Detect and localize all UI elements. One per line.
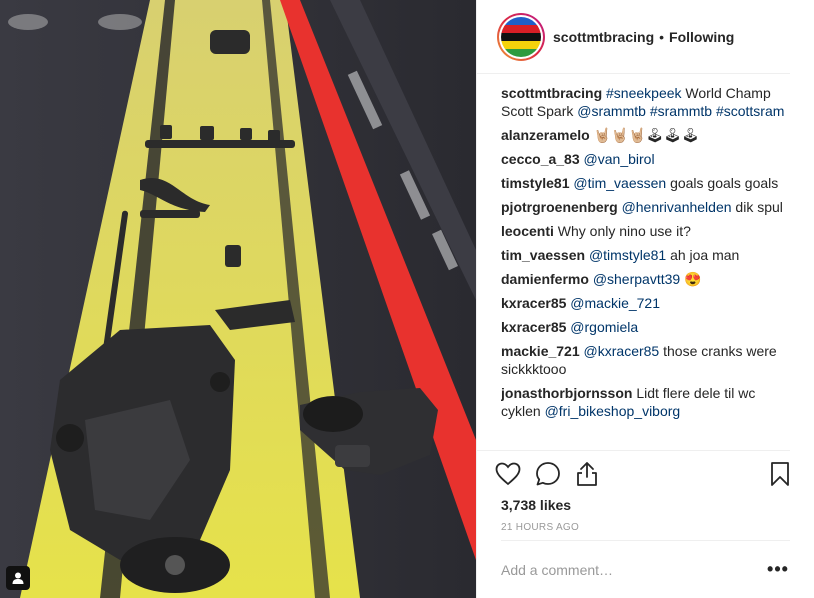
comment-mention[interactable]: #srammtb bbox=[650, 103, 712, 119]
comment-mention[interactable]: @tim_vaessen bbox=[573, 175, 666, 191]
comment-mention[interactable]: @mackie_721 bbox=[570, 295, 660, 311]
post-timestamp[interactable]: 21 HOURS AGO bbox=[501, 522, 579, 533]
comment-text: dik spul bbox=[731, 199, 783, 215]
comment-text: 😍 bbox=[680, 271, 702, 287]
post-photo[interactable] bbox=[0, 0, 476, 598]
comment-text: Why only nino use it? bbox=[557, 223, 691, 239]
comment-button[interactable] bbox=[533, 458, 573, 490]
comment-item: kxracer85 @rgomiela bbox=[501, 318, 798, 336]
header-username[interactable]: scottmtbracing bbox=[553, 29, 654, 45]
divider bbox=[477, 450, 790, 451]
likes-count[interactable]: 3,738 likes bbox=[501, 497, 571, 513]
comment-username[interactable]: jonasthorbjornsson bbox=[501, 385, 632, 401]
comment-item: cecco_a_83 @van_birol bbox=[501, 150, 798, 168]
avatar[interactable] bbox=[497, 12, 545, 61]
comment-item: scottmtbracing #sneekpeek World Champ Sc… bbox=[501, 84, 798, 120]
comment-username[interactable]: scottmtbracing bbox=[501, 85, 602, 101]
comment-item: kxracer85 @mackie_721 bbox=[501, 294, 798, 312]
comment-username[interactable]: kxracer85 bbox=[501, 295, 566, 311]
rainbow-avatar-icon bbox=[501, 16, 541, 57]
heart-icon bbox=[495, 462, 521, 486]
comment-username[interactable]: leocenti bbox=[501, 223, 554, 239]
comment-mention[interactable]: @kxracer85 bbox=[584, 343, 660, 359]
comment-text: 🤘🏼🤘🏼🤘🏼🕹🕹🕹 bbox=[593, 127, 700, 143]
comment-mention[interactable]: @srammtb bbox=[577, 103, 646, 119]
post-sidebar: scottmtbracing • Following scottmtbracin… bbox=[476, 0, 814, 598]
comment-input[interactable] bbox=[501, 561, 766, 578]
comment-mention[interactable]: #sneekpeek bbox=[606, 85, 682, 101]
comment-item: alanzeramelo 🤘🏼🤘🏼🤘🏼🕹🕹🕹 bbox=[501, 126, 798, 144]
share-button[interactable] bbox=[573, 458, 613, 490]
comment-mention[interactable]: @henrivanhelden bbox=[622, 199, 732, 215]
like-button[interactable] bbox=[493, 458, 533, 490]
bike-parts-photo bbox=[0, 0, 476, 598]
comment-mention[interactable]: @van_birol bbox=[584, 151, 655, 167]
header-separator: • bbox=[659, 28, 665, 45]
comment-username[interactable]: alanzeramelo bbox=[501, 127, 590, 143]
comment-username[interactable]: pjotrgroenenberg bbox=[501, 199, 618, 215]
comment-item: mackie_721 @kxracer85 those cranks were … bbox=[501, 342, 798, 378]
add-comment-row: ••• bbox=[501, 540, 790, 598]
comment-item: timstyle81 @tim_vaessen goals goals goal… bbox=[501, 174, 798, 192]
comment-text: ah joa man bbox=[666, 247, 740, 263]
following-button[interactable]: Following bbox=[669, 29, 734, 45]
comments-list[interactable]: scottmtbracing #sneekpeek World Champ Sc… bbox=[501, 84, 798, 450]
comment-item: tim_vaessen @timstyle81 ah joa man bbox=[501, 246, 798, 264]
comment-mention[interactable]: @sherpavtt39 bbox=[593, 271, 680, 287]
comment-mention[interactable]: @rgomiela bbox=[570, 319, 638, 335]
comment-icon bbox=[536, 462, 560, 486]
action-bar bbox=[493, 458, 790, 490]
comment-item: jonasthorbjornsson Lidt flere dele til w… bbox=[501, 384, 798, 420]
comment-username[interactable]: timstyle81 bbox=[501, 175, 569, 191]
more-options-icon[interactable]: ••• bbox=[766, 559, 790, 580]
comment-mention[interactable]: @fri_bikeshop_viborg bbox=[545, 403, 681, 419]
user-tag-icon[interactable] bbox=[6, 566, 30, 590]
comment-username[interactable]: cecco_a_83 bbox=[501, 151, 580, 167]
comment-text: goals goals goals bbox=[666, 175, 779, 191]
comment-username[interactable]: tim_vaessen bbox=[501, 247, 585, 263]
bookmark-icon bbox=[771, 462, 789, 486]
comment-mention[interactable]: @timstyle81 bbox=[589, 247, 666, 263]
save-button[interactable] bbox=[750, 458, 790, 490]
share-icon bbox=[577, 462, 597, 486]
comment-username[interactable]: damienfermo bbox=[501, 271, 589, 287]
comment-item: pjotrgroenenberg @henrivanhelden dik spu… bbox=[501, 198, 798, 216]
comment-item: damienfermo @sherpavtt39 😍 bbox=[501, 270, 798, 288]
post-header: scottmtbracing • Following bbox=[477, 0, 790, 74]
comment-username[interactable]: mackie_721 bbox=[501, 343, 580, 359]
comment-mention[interactable]: #scottsram bbox=[716, 103, 784, 119]
comment-item: leocenti Why only nino use it? bbox=[501, 222, 798, 240]
comment-username[interactable]: kxracer85 bbox=[501, 319, 566, 335]
